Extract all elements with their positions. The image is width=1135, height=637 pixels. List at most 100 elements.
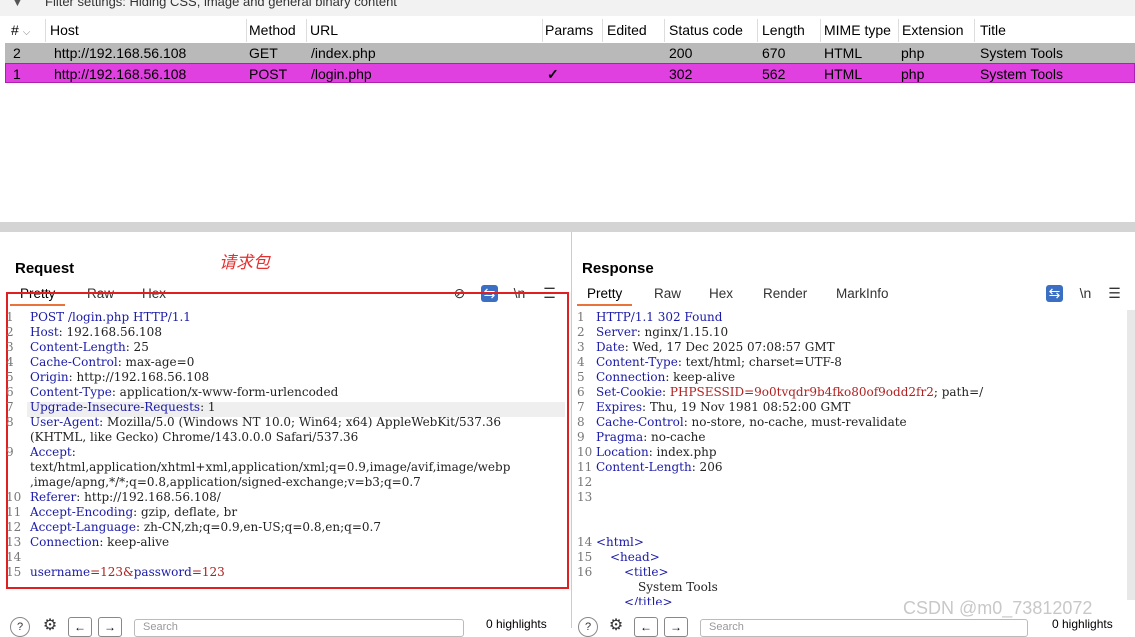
line-number: 9: [577, 430, 585, 444]
help-icon[interactable]: ?: [578, 617, 598, 637]
back-button[interactable]: ←: [68, 617, 92, 637]
code-line: Accept-Language: zh-CN,zh;q=0.9,en-US;q=…: [30, 520, 381, 534]
line-number: 3: [577, 340, 585, 354]
filter-bar[interactable]: ▼ Filter settings: Hiding CSS, image and…: [0, 0, 1135, 16]
code-line: Server: nginx/1.15.10: [596, 325, 729, 339]
col-num[interactable]: # ⌵: [11, 19, 46, 42]
forward-button[interactable]: →: [98, 617, 122, 637]
line-number: 4: [6, 355, 14, 369]
request-highlights: 0 highlights: [486, 617, 547, 631]
request-editor[interactable]: 1 POST /login.php HTTP/1.1 2 Host: 192.168.…: [6, 310, 566, 590]
code-line: HTTP/1.1 302 Found: [596, 310, 723, 324]
help-icon[interactable]: ?: [10, 617, 30, 637]
code-line: (KHTML, like Gecko) Chrome/143.0.0.0 Saf…: [30, 430, 359, 444]
code-line: Content-Type: application/x-www-form-url…: [30, 385, 339, 399]
code-line: System Tools: [638, 580, 718, 594]
line-number: 7: [6, 400, 14, 414]
code-line: Referer: http://192.168.56.108/: [30, 490, 221, 504]
gear-icon[interactable]: ⚙: [40, 617, 60, 637]
response-search-input[interactable]: Search: [700, 619, 1028, 637]
code-line: Content-Length: 25: [30, 340, 149, 354]
code-line: Set-Cookie: PHPSESSID=9o0tvqdr9b4fko80of…: [596, 385, 984, 399]
filter-icon: ▼: [12, 0, 23, 9]
col-params[interactable]: Params: [545, 19, 603, 42]
line-number: 15: [577, 550, 593, 564]
col-title[interactable]: Title: [980, 19, 1130, 42]
code-line: Accept-Encoding: gzip, deflate, br: [30, 505, 238, 519]
line-number: 3: [6, 340, 14, 354]
annotation-label: 请求包: [219, 253, 270, 272]
table-row[interactable]: 2 http://192.168.56.108 GET /index.php 2…: [5, 43, 1135, 63]
table-row-selected[interactable]: 1 http://192.168.56.108 POST /login.php …: [5, 63, 1135, 83]
gear-icon[interactable]: ⚙: [606, 617, 626, 637]
line-number: 12: [577, 475, 593, 489]
tab-raw[interactable]: Raw: [654, 286, 681, 301]
pane-splitter[interactable]: [0, 222, 1135, 232]
col-edited[interactable]: Edited: [607, 19, 665, 42]
line-number: 12: [6, 520, 22, 534]
tab-pretty[interactable]: Pretty: [576, 286, 633, 306]
line-number: 9: [6, 445, 14, 459]
filter-text: Filter settings: Hiding CSS, image and g…: [45, 0, 397, 9]
code-line: </title>: [624, 595, 673, 605]
wrap-lines-icon[interactable]: ⇆: [1046, 285, 1063, 302]
code-line: POST /login.php HTTP/1.1: [30, 310, 191, 324]
code-line: Content-Type: text/html; charset=UTF-8: [596, 355, 842, 369]
line-number: 5: [577, 370, 585, 384]
response-scrollbar[interactable]: [1127, 310, 1135, 600]
col-host[interactable]: Host: [50, 19, 247, 42]
request-title: Request: [15, 260, 75, 277]
code-line: Connection: keep-alive: [596, 370, 736, 384]
col-mime[interactable]: MIME type: [824, 19, 899, 42]
code-line: username=123&password=123: [30, 565, 225, 579]
code-line: Cache-Control: no-store, no-cache, must-…: [596, 415, 907, 429]
line-number: 15: [6, 565, 22, 579]
newline-icon[interactable]: \n: [1077, 285, 1094, 302]
code-line: <html>: [596, 535, 644, 549]
request-search-input[interactable]: Search: [134, 619, 464, 637]
forward-button[interactable]: →: [664, 617, 688, 637]
code-line: Origin: http://192.168.56.108: [30, 370, 210, 384]
code-line: Pragma: no-cache: [596, 430, 706, 444]
code-line: Content-Length: 206: [596, 460, 723, 474]
table-empty-area: [5, 83, 1135, 221]
tab-hex[interactable]: Hex: [709, 286, 733, 301]
code-line: text/html,application/xhtml+xml,applicat…: [30, 460, 511, 474]
tab-render[interactable]: Render: [763, 286, 807, 301]
col-url[interactable]: URL: [310, 19, 543, 42]
col-extension[interactable]: Extension: [902, 19, 975, 42]
table-header: # ⌵ Host Method URL Params Edited Status…: [5, 19, 1135, 42]
line-number: 11: [577, 460, 593, 474]
line-number: 11: [6, 505, 22, 519]
col-length[interactable]: Length: [762, 19, 821, 42]
line-number: 8: [6, 415, 14, 429]
line-number: 7: [577, 400, 585, 414]
line-number: 10: [577, 445, 593, 459]
back-button[interactable]: ←: [634, 617, 658, 637]
code-line: Accept:: [30, 445, 76, 459]
code-line: Cache-Control: max-age=0: [30, 355, 195, 369]
sort-icon: ⌵: [22, 27, 31, 38]
code-line: ,image/apng,*/*;q=0.8,application/signed…: [30, 475, 421, 489]
col-status[interactable]: Status code: [669, 19, 758, 42]
line-number: 14: [577, 535, 593, 549]
code-line: Upgrade-Insecure-Requests: 1: [30, 400, 216, 414]
code-line: Date: Wed, 17 Dec 2025 07:08:57 GMT: [596, 340, 835, 354]
line-number: 2: [6, 325, 14, 339]
line-number: 4: [577, 355, 585, 369]
line-number: 14: [6, 550, 22, 564]
menu-icon[interactable]: ☰: [1106, 285, 1123, 302]
params-check-icon: ✓: [547, 66, 559, 82]
code-line: <title>: [624, 565, 669, 579]
code-line: Host: 192.168.56.108: [30, 325, 162, 339]
code-line: User-Agent: Mozilla/5.0 (Windows NT 10.0…: [30, 415, 502, 429]
response-editor[interactable]: 1 HTTP/1.1 302 Found 2 Server: nginx/1.15.1…: [577, 310, 1125, 605]
response-highlights: 0 highlights: [1052, 617, 1113, 631]
code-line: <head>: [610, 550, 660, 564]
col-method[interactable]: Method: [249, 19, 307, 42]
watermark: CSDN @m0_73812072: [903, 598, 1093, 618]
line-number: 13: [577, 490, 593, 504]
line-number: 2: [577, 325, 585, 339]
tab-markinfo[interactable]: MarkInfo: [836, 286, 889, 301]
line-number: 13: [6, 535, 22, 549]
